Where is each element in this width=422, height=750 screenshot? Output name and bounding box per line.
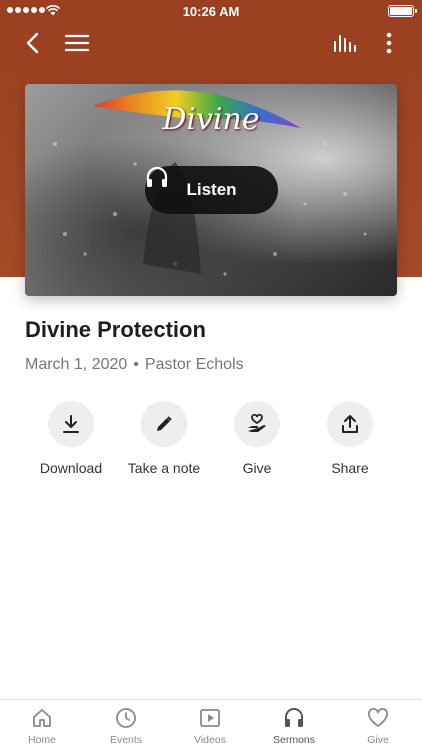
back-button[interactable] [18,28,46,58]
artwork-title: Divine [162,102,260,137]
more-vertical-icon [386,32,392,54]
take-note-label: Take a note [127,460,201,476]
listen-button[interactable]: Listen [145,166,278,214]
download-label: Download [39,460,103,476]
home-icon [33,709,51,727]
tab-home[interactable]: Home [7,707,77,746]
status-bar: 10:26 AM [0,0,422,22]
pencil-icon [157,416,172,431]
take-note-button[interactable]: Take a note [114,401,214,476]
play-icon [200,709,220,727]
note-circle [141,401,187,447]
sermon-artwork: Divine Listen [25,84,397,296]
share-icon [342,415,358,433]
bars-icon [334,35,356,52]
share-label: Share [331,460,369,476]
hamburger-icon [65,34,89,52]
heart-icon [368,708,388,727]
tab-give[interactable]: Give [343,707,413,746]
sermon-meta: March 1, 2020 • Pastor Echols [25,356,244,374]
action-row: Download Take a note Give Share [0,401,422,481]
give-label: Give [242,460,272,476]
share-circle [327,401,373,447]
headphones-icon [146,166,168,187]
heart-hand-icon [248,413,266,432]
audio-levels-button[interactable] [330,28,360,58]
tab-sermons[interactable]: Sermons [259,707,329,746]
battery-icon [388,5,417,17]
tab-videos[interactable]: Videos [175,707,245,746]
give-button[interactable]: Give [207,401,307,476]
sermon-date: March 1, 2020 [25,356,128,373]
status-time: 10:26 AM [182,4,240,19]
tab-videos-label: Videos [194,734,226,746]
tab-events-label: Events [109,734,143,746]
tab-home-label: Home [27,734,56,746]
download-circle [48,401,94,447]
tab-sermons-label: Sermons [272,734,315,746]
tab-events[interactable]: Events [91,707,161,746]
give-circle [234,401,280,447]
more-options-button[interactable] [378,28,400,58]
listen-label: Listen [186,180,237,199]
download-button[interactable]: Download [21,401,121,476]
sermon-title: Divine Protection [25,317,206,342]
chevron-left-icon [26,32,39,54]
headphones-icon [285,708,303,727]
share-button[interactable]: Share [300,401,400,476]
menu-button[interactable] [62,28,92,58]
tab-give-label: Give [367,734,389,746]
clock-icon [116,708,136,728]
tab-bar: Home Events Videos Sermons Give [0,699,422,750]
meta-separator: • [133,356,139,373]
download-icon [63,415,79,433]
sermon-speaker: Pastor Echols [144,356,244,373]
